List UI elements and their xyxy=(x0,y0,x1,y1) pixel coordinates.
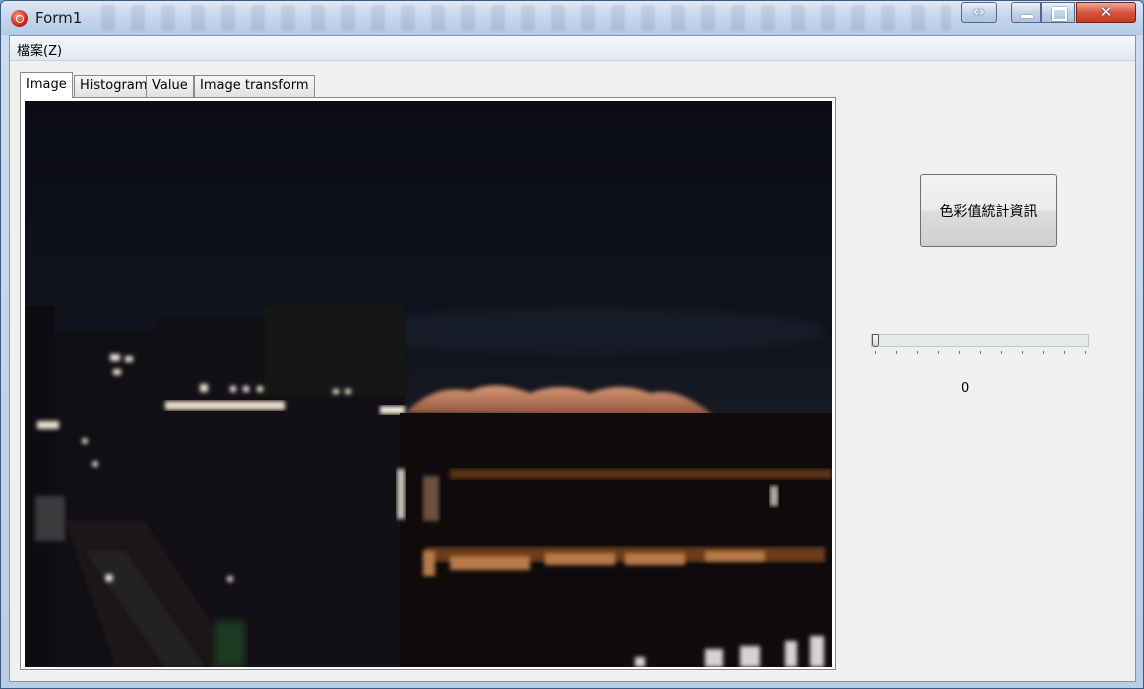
color-stats-button[interactable]: 色彩值統計資訊 xyxy=(920,174,1057,247)
color-stats-button-label: 色彩值統計資訊 xyxy=(939,203,1038,220)
close-icon: ✕ xyxy=(1099,3,1113,21)
photo-display xyxy=(25,101,832,667)
swap-icon: ⇔ xyxy=(973,5,985,20)
minimize-icon xyxy=(1012,3,1040,22)
title-bar[interactable]: Form1 ⇔ ✕ xyxy=(1,1,1143,35)
slider-value-label: 0 xyxy=(961,381,970,396)
night-city-photo xyxy=(25,101,832,667)
tab-image[interactable]: Image xyxy=(20,72,73,98)
swap-button[interactable]: ⇔ xyxy=(961,2,997,23)
menu-item-file[interactable]: 檔案(Z) xyxy=(17,40,62,59)
slider-tick xyxy=(896,351,897,354)
maximize-button[interactable] xyxy=(1041,2,1075,23)
slider-track[interactable] xyxy=(871,334,1089,347)
slider-thumb[interactable] xyxy=(872,334,879,347)
maximize-icon xyxy=(1042,3,1074,22)
slider-tick xyxy=(1022,351,1023,354)
minimize-button[interactable] xyxy=(1011,2,1041,23)
slider-tick xyxy=(959,351,960,354)
menu-bar: 檔案(Z) xyxy=(10,36,1135,61)
window-title: Form1 xyxy=(35,9,83,27)
slider-tick xyxy=(1085,351,1086,354)
main-window: Form1 ⇔ ✕ 檔案(Z) Image Histogram Value Im… xyxy=(0,0,1144,689)
slider-tick xyxy=(1064,351,1065,354)
slider-tick xyxy=(938,351,939,354)
background-toolbar-ghost xyxy=(101,5,951,31)
slider-tick xyxy=(875,351,876,354)
tab-value[interactable]: Value xyxy=(146,75,194,97)
tab-histogram[interactable]: Histogram xyxy=(74,75,154,97)
slider-tick xyxy=(1043,351,1044,354)
tab-panel-image xyxy=(20,97,836,670)
close-button[interactable]: ✕ xyxy=(1076,2,1136,23)
value-slider[interactable] xyxy=(871,331,1091,359)
tab-image-transform[interactable]: Image transform xyxy=(194,75,315,97)
slider-tick xyxy=(1001,351,1002,354)
slider-tick xyxy=(980,351,981,354)
app-icon xyxy=(11,10,28,27)
slider-tick xyxy=(917,351,918,354)
